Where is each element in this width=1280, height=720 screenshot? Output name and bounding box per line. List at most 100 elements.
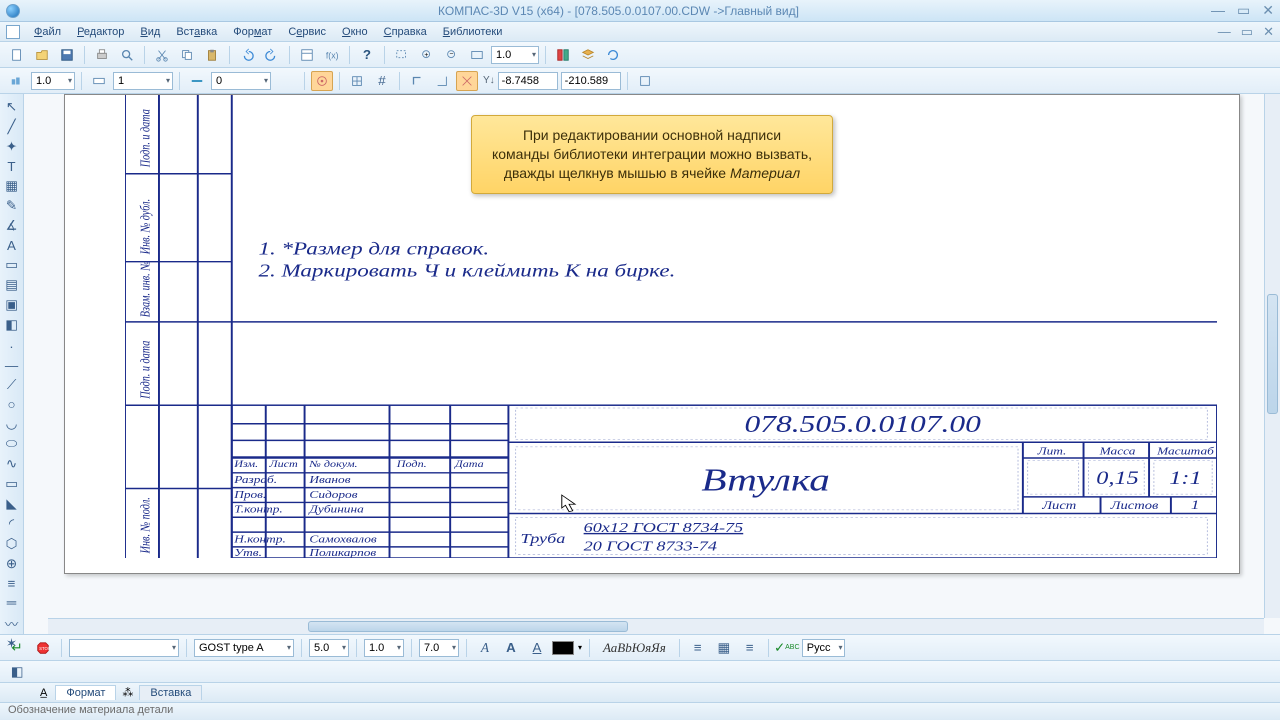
- edit-tool-icon[interactable]: ✎: [2, 197, 22, 215]
- menu-format[interactable]: Формат: [227, 25, 278, 39]
- horizontal-scrollbar[interactable]: [48, 618, 1264, 634]
- zoom-in-button[interactable]: +: [416, 45, 438, 65]
- segment-tool-icon[interactable]: —: [2, 357, 22, 374]
- tab-insert[interactable]: Вставка: [139, 685, 202, 700]
- variables-button[interactable]: f(x): [321, 45, 343, 65]
- layer-icon[interactable]: [88, 71, 110, 91]
- trim-tool-icon[interactable]: 〰: [2, 613, 22, 633]
- zoom-value-dropdown[interactable]: 1.0: [491, 46, 539, 64]
- hatch-tool-icon[interactable]: ▦: [2, 177, 22, 195]
- rect-tool-icon[interactable]: ▭: [2, 475, 22, 493]
- param-button[interactable]: [634, 71, 656, 91]
- menu-insert[interactable]: Вставка: [170, 25, 223, 39]
- star-tool-icon[interactable]: ✶: [2, 635, 22, 653]
- view-state-button[interactable]: [6, 71, 28, 91]
- narrow-dropdown[interactable]: 7.0: [419, 639, 459, 657]
- style-dropdown[interactable]: [69, 639, 179, 657]
- dim-tool-icon[interactable]: ✦: [2, 138, 22, 156]
- italic-button[interactable]: A: [474, 638, 496, 658]
- tab-format[interactable]: Формат: [55, 685, 116, 700]
- menu-service[interactable]: Сервис: [282, 25, 332, 39]
- paste-button[interactable]: [201, 45, 223, 65]
- font-size-dropdown[interactable]: 5.0: [309, 639, 349, 657]
- mdi-close-button[interactable]: ✕: [1263, 24, 1274, 40]
- stretch-dropdown[interactable]: 1.0: [364, 639, 404, 657]
- manager-button[interactable]: [296, 45, 318, 65]
- mdi-minimize-button[interactable]: —: [1218, 24, 1231, 40]
- chamfer-tool-icon[interactable]: ◣: [2, 495, 22, 513]
- open-button[interactable]: [31, 45, 53, 65]
- align-right-button[interactable]: ≡: [739, 638, 761, 658]
- redo-button[interactable]: [261, 45, 283, 65]
- coord-x-field[interactable]: -8.7458: [498, 72, 558, 90]
- report-tool-icon[interactable]: ▣: [2, 296, 22, 314]
- poly-tool-icon[interactable]: ⬡: [2, 535, 22, 553]
- menu-window[interactable]: Окно: [336, 25, 374, 39]
- insert-tool-icon[interactable]: ◧: [2, 316, 22, 334]
- arrow-tool-icon[interactable]: ↖: [2, 98, 22, 116]
- print-button[interactable]: [91, 45, 113, 65]
- stop-button[interactable]: STOP: [32, 638, 54, 658]
- minimize-button[interactable]: —: [1211, 2, 1225, 19]
- vertical-scrollbar[interactable]: [1264, 94, 1280, 618]
- menu-edit[interactable]: Редактор: [71, 25, 130, 39]
- round-button[interactable]: [431, 71, 453, 91]
- redraw-button[interactable]: [552, 45, 574, 65]
- layers-button[interactable]: [577, 45, 599, 65]
- measure-tool-icon[interactable]: A: [2, 237, 22, 254]
- fillet-tool-icon[interactable]: ◜: [2, 515, 22, 533]
- snap-button[interactable]: [311, 71, 333, 91]
- underline-button[interactable]: A: [526, 638, 548, 658]
- maximize-button[interactable]: ▭: [1237, 2, 1250, 19]
- seg2-tool-icon[interactable]: ⟋: [2, 376, 22, 394]
- text-tool-icon[interactable]: T: [2, 158, 22, 175]
- align-grid-button[interactable]: ▦: [713, 638, 735, 658]
- coord-y-field[interactable]: -210.589: [561, 72, 621, 90]
- linestyle-dropdown[interactable]: 0: [211, 72, 271, 90]
- menu-libraries[interactable]: Библиотеки: [437, 25, 509, 39]
- align-left-button[interactable]: ≡: [687, 638, 709, 658]
- zoom-fit-button[interactable]: [466, 45, 488, 65]
- zoom-out-button[interactable]: −: [441, 45, 463, 65]
- circle-tool-icon[interactable]: ○: [2, 396, 22, 413]
- drawing-canvas[interactable]: ТУ 14-029-… Подп. и дата Инв. № дубл. Вз…: [24, 94, 1280, 634]
- font-dropdown[interactable]: GOST type A: [194, 639, 294, 657]
- spellcheck-button[interactable]: ✓ABC: [776, 638, 798, 658]
- cut-button[interactable]: [151, 45, 173, 65]
- new-button[interactable]: [6, 45, 28, 65]
- copy-button[interactable]: [176, 45, 198, 65]
- select-tool-icon[interactable]: ▭: [2, 256, 22, 274]
- close-button[interactable]: ✕: [1262, 2, 1274, 19]
- param-tool-icon[interactable]: ∡: [2, 217, 22, 235]
- multiline-tool-icon[interactable]: ═: [2, 594, 22, 611]
- ortho-button[interactable]: [406, 71, 428, 91]
- spline-tool-icon[interactable]: ∿: [2, 455, 22, 473]
- color-swatch[interactable]: [552, 641, 574, 655]
- autoaxis-tool-icon[interactable]: ⊕: [2, 555, 22, 573]
- preview-button[interactable]: [116, 45, 138, 65]
- ellipse-tool-icon[interactable]: ⬭: [2, 435, 22, 453]
- refresh-icon[interactable]: [602, 45, 624, 65]
- offset-tool-icon[interactable]: ≡: [2, 575, 22, 592]
- spec-tool-icon[interactable]: ▤: [2, 276, 22, 294]
- menu-file[interactable]: Файл: [28, 25, 67, 39]
- help-icon[interactable]: ?: [356, 45, 378, 65]
- scale-dropdown[interactable]: 1.0: [31, 72, 75, 90]
- grid-button[interactable]: [346, 71, 368, 91]
- point-tool-icon[interactable]: ·: [2, 338, 22, 355]
- layer-dropdown[interactable]: 1: [113, 72, 173, 90]
- save-button[interactable]: [56, 45, 78, 65]
- bold-button[interactable]: A: [500, 638, 522, 658]
- arc-tool-icon[interactable]: ◡: [2, 415, 22, 433]
- localcs-button[interactable]: [456, 71, 478, 91]
- snap-grid-button[interactable]: #: [371, 71, 393, 91]
- pin-button[interactable]: ◧: [6, 662, 28, 682]
- linestyle-icon[interactable]: [186, 71, 208, 91]
- line-tool-icon[interactable]: ╱: [2, 118, 22, 136]
- zoom-window-button[interactable]: [391, 45, 413, 65]
- menu-help[interactable]: Справка: [378, 25, 433, 39]
- lang-dropdown[interactable]: Русс: [802, 639, 846, 657]
- undo-button[interactable]: [236, 45, 258, 65]
- menu-view[interactable]: Вид: [134, 25, 166, 39]
- mdi-restore-button[interactable]: ▭: [1241, 24, 1253, 40]
